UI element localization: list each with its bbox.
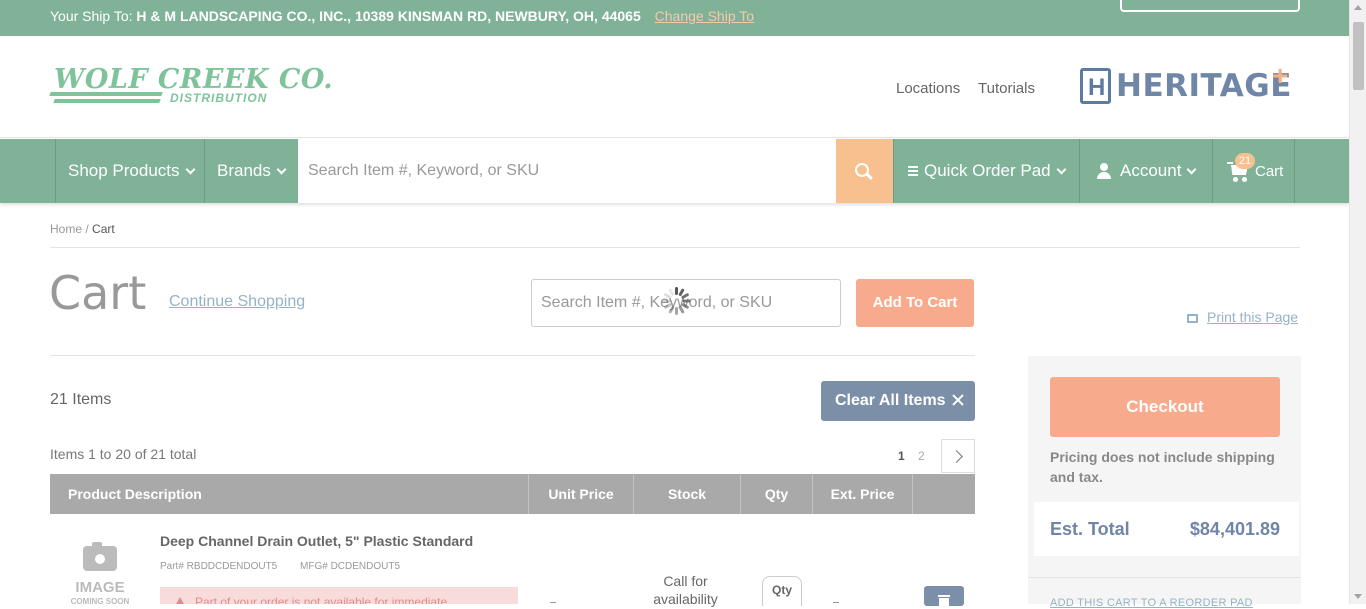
breadcrumb-separator: / xyxy=(85,222,89,236)
checkout-button[interactable]: Checkout xyxy=(1050,377,1280,437)
nav-brands[interactable]: Brands xyxy=(204,139,298,203)
scroll-down-icon[interactable] xyxy=(1354,594,1362,599)
col-stock: Stock xyxy=(633,474,740,514)
mfg-number: MFG# DCDENDOUT5 xyxy=(300,561,401,572)
search-button[interactable] xyxy=(836,139,893,203)
list-icon xyxy=(908,166,918,176)
cart-count-badge: 21 xyxy=(1235,153,1255,169)
continue-shopping-link[interactable]: Continue Shopping xyxy=(169,293,305,311)
quantity-label: Qty xyxy=(771,583,792,597)
logo-stripe xyxy=(53,99,161,103)
pricing-note: Pricing does not include shipping and ta… xyxy=(1050,449,1275,485)
ship-to-label: Your Ship To: xyxy=(50,8,133,24)
chevron-down-icon xyxy=(185,164,195,174)
image-placeholder-text: IMAGE xyxy=(75,579,125,596)
part-number: Part# RBDDCDENDOUT5 xyxy=(160,561,278,572)
change-ship-to-link[interactable]: Change Ship To xyxy=(655,8,754,24)
locations-link[interactable]: Locations xyxy=(896,80,960,97)
user-icon xyxy=(1096,163,1112,179)
page-2[interactable]: 2 xyxy=(918,449,925,463)
clear-all-items-button[interactable]: Clear All Items xyxy=(821,381,975,421)
page-1[interactable]: 1 xyxy=(898,449,905,463)
scroll-up-icon[interactable] xyxy=(1354,5,1362,10)
logo-sub-text: DISTRIBUTION xyxy=(170,91,268,105)
nav-account-label: Account xyxy=(1120,161,1182,180)
items-count: 21 Items xyxy=(50,391,112,408)
product-image-placeholder[interactable]: IMAGE COMING SOON xyxy=(68,542,132,606)
nav-account[interactable]: Account xyxy=(1079,139,1213,203)
next-page-button[interactable] xyxy=(941,439,975,473)
search-icon-handle xyxy=(866,172,873,180)
warning-text: Part of your order is not available for … xyxy=(195,595,448,604)
page-title: Cart xyxy=(49,266,147,320)
breadcrumb-current: Cart xyxy=(92,222,115,236)
est-total-label: Est. Total xyxy=(1050,519,1130,539)
col-qty: Qty xyxy=(740,474,812,514)
divider xyxy=(1028,577,1301,578)
wolf-creek-logo[interactable]: WOLF CREEK CO. DISTRIBUTION xyxy=(49,64,333,108)
items-range: Items 1 to 20 of 21 total xyxy=(50,446,197,462)
add-to-cart-button[interactable]: Add To Cart xyxy=(856,279,974,327)
est-total-value: $84,401.89 xyxy=(1189,519,1280,539)
warning-icon xyxy=(175,597,185,604)
pagination: 1 2 xyxy=(898,449,925,463)
loading-spinner-icon xyxy=(662,287,690,315)
printer-icon xyxy=(1187,314,1198,323)
breadcrumb: Home / Cart xyxy=(50,222,115,236)
scrollbar-thumb[interactable] xyxy=(1353,22,1364,90)
add-to-reorder-pad-link[interactable]: ADD THIS CART TO A REORDER PAD xyxy=(1050,597,1253,609)
nav-shop-products-label: Shop Products xyxy=(68,161,180,180)
col-ext-price: Ext. Price xyxy=(812,474,912,514)
image-placeholder-subtext: COMING SOON xyxy=(70,597,130,606)
chevron-right-icon xyxy=(950,450,963,463)
ship-to-address: H & M LANDSCAPING CO., INC., 10389 KINSM… xyxy=(136,8,641,24)
print-page-label: Print this Page xyxy=(1207,309,1299,325)
quantity-input[interactable]: Qty xyxy=(762,576,802,606)
chevron-down-icon xyxy=(276,164,287,174)
nav-cart[interactable]: Cart xyxy=(1212,139,1295,203)
print-page-link[interactable]: Print this Page xyxy=(1187,309,1298,325)
heritage-h-letter: H xyxy=(1088,74,1106,101)
ship-to-text: Your Ship To: H & M LANDSCAPING CO., INC… xyxy=(50,8,754,24)
trash-icon xyxy=(938,595,950,597)
close-icon xyxy=(952,394,964,406)
main-nav: Shop Products Brands Quick Order Pad Acc… xyxy=(0,139,1349,203)
col-unit-price: Unit Price xyxy=(528,474,633,514)
col-actions xyxy=(912,474,975,514)
remove-item-button[interactable] xyxy=(924,586,964,606)
nav-cart-label: Cart xyxy=(1255,162,1284,180)
site-header: WOLF CREEK CO. DISTRIBUTION Locations Tu… xyxy=(0,36,1349,138)
nav-quick-order-label: Quick Order Pad xyxy=(924,161,1051,180)
chevron-down-icon xyxy=(1056,164,1067,174)
col-product-description: Product Description xyxy=(68,486,202,502)
page-scrollbar[interactable] xyxy=(1349,0,1366,604)
divider xyxy=(50,355,975,356)
ship-to-bar: Your Ship To: H & M LANDSCAPING CO., INC… xyxy=(0,0,1366,36)
header-search-input[interactable] xyxy=(298,139,836,203)
top-right-button[interactable] xyxy=(1120,0,1300,12)
breadcrumb-home[interactable]: Home xyxy=(50,222,82,236)
divider xyxy=(50,247,1300,248)
chevron-down-icon xyxy=(1186,164,1197,174)
availability-warning: Part of your order is not available for … xyxy=(160,587,518,604)
product-part-numbers: Part# RBDDCDENDOUT5 MFG# DCDENDOUT5 xyxy=(160,561,400,572)
heritage-logo[interactable]: H HERITAGE + xyxy=(1080,60,1295,106)
camera-icon xyxy=(83,542,117,571)
unit-price-placeholder xyxy=(550,602,556,603)
clear-all-label: Clear All Items xyxy=(835,392,946,409)
tutorials-link[interactable]: Tutorials xyxy=(978,80,1035,97)
heritage-wordmark: HERITAGE xyxy=(1116,68,1292,104)
heritage-h-icon: H xyxy=(1080,68,1111,104)
header-search xyxy=(298,139,836,203)
product-name-link[interactable]: Deep Channel Drain Outlet, 5" Plastic St… xyxy=(160,533,473,549)
stock-status: Call for availability xyxy=(653,573,718,607)
nav-brands-label: Brands xyxy=(217,161,271,180)
cart-table-header: Product Description Unit Price Stock Qty… xyxy=(50,474,975,514)
trash-icon-body xyxy=(939,598,949,606)
nav-shop-products[interactable]: Shop Products xyxy=(55,139,205,203)
nav-quick-order-pad[interactable]: Quick Order Pad xyxy=(893,139,1079,203)
ext-price-placeholder xyxy=(833,602,839,603)
heritage-plus-icon: + xyxy=(1272,60,1289,91)
